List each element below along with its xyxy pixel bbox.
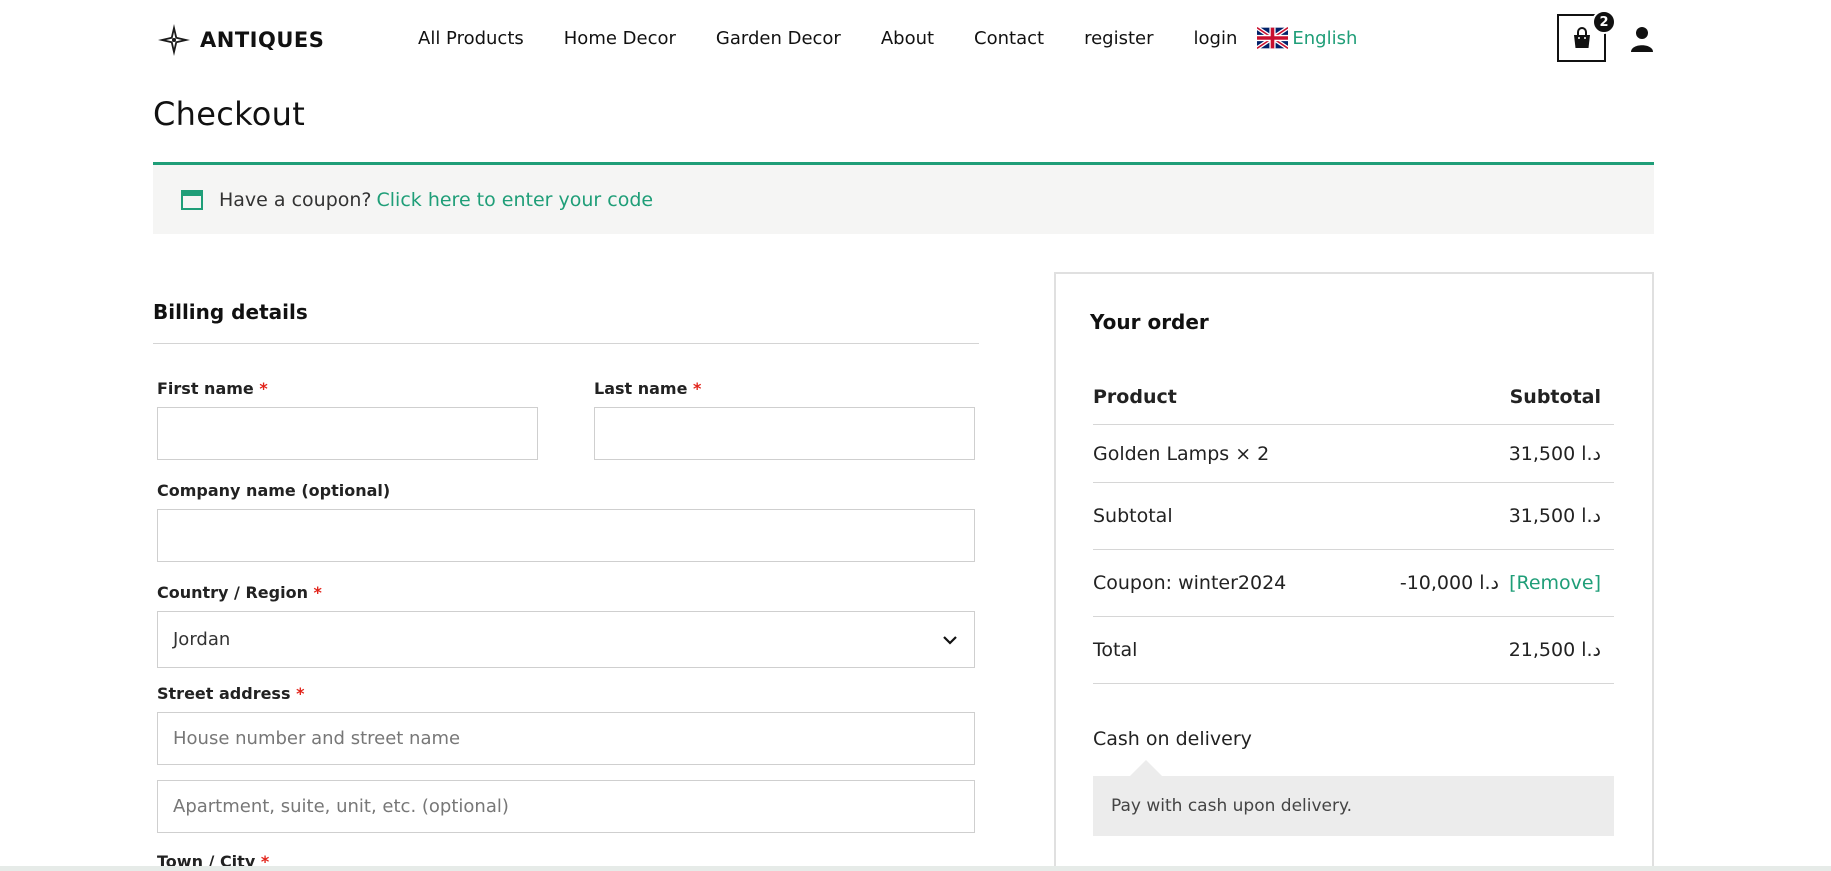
- required-mark: *: [313, 583, 322, 602]
- coupon-row: Coupon: winter2024 -10,000 د.ا [Remove]: [1093, 550, 1614, 617]
- last-name-label: Last name *: [594, 379, 701, 398]
- company-field[interactable]: [157, 509, 975, 562]
- last-name-field[interactable]: [594, 407, 975, 460]
- coupon-value: -10,000 د.ا: [1399, 572, 1500, 594]
- page-title: Checkout: [153, 95, 306, 133]
- language-label: English: [1292, 27, 1358, 49]
- subtotal-row: Subtotal 31,500 د.ا: [1093, 483, 1614, 550]
- nav-about[interactable]: About: [881, 28, 934, 49]
- payment-method-cod[interactable]: Cash on delivery: [1093, 728, 1252, 750]
- nav-home-decor[interactable]: Home Decor: [564, 28, 676, 49]
- apartment-field[interactable]: Apartment, suite, unit, etc. (optional): [157, 780, 975, 833]
- uk-flag-icon: [1257, 27, 1289, 49]
- bottom-strip: [0, 866, 1831, 871]
- remove-coupon-link[interactable]: [Remove]: [1509, 572, 1601, 594]
- billing-title: Billing details: [153, 300, 308, 324]
- street-label-text: Street address: [157, 684, 291, 703]
- site-logo[interactable]: ANTIQUES: [156, 22, 324, 58]
- coupon-notice: Have a coupon? Click here to enter your …: [153, 162, 1654, 234]
- nav-contact[interactable]: Contact: [974, 28, 1044, 49]
- nav-garden-decor[interactable]: Garden Decor: [716, 28, 841, 49]
- cart-button[interactable]: 2: [1557, 10, 1616, 62]
- subtotal-label: Subtotal: [1093, 505, 1173, 527]
- shopping-bag-icon: [1573, 27, 1590, 48]
- compass-star-icon: [158, 24, 190, 56]
- order-table-header: Product Subtotal: [1093, 370, 1614, 425]
- col-subtotal: Subtotal: [1509, 386, 1601, 408]
- nav-register[interactable]: register: [1084, 28, 1153, 49]
- payment-note-arrow: [1130, 760, 1162, 776]
- order-table: Product Subtotal Golden Lamps × 2 31,500…: [1093, 370, 1614, 684]
- total-value: 21,500 د.ا: [1508, 639, 1601, 661]
- billing-divider: [153, 343, 979, 344]
- street-address-placeholder: House number and street name: [173, 728, 461, 749]
- coupon-prompt: Have a coupon?: [219, 188, 372, 211]
- language-switcher[interactable]: English: [1257, 27, 1357, 49]
- coupon-amount: -10,000 د.ا [Remove]: [1400, 572, 1601, 594]
- first-name-field[interactable]: [157, 407, 538, 460]
- chevron-down-icon: [943, 635, 957, 645]
- main-nav: All Products Home Decor Garden Decor Abo…: [418, 27, 1357, 49]
- last-name-label-text: Last name: [594, 379, 688, 398]
- payment-description: Pay with cash upon delivery.: [1093, 776, 1614, 836]
- site-header: ANTIQUES All Products Home Decor Garden …: [0, 0, 1831, 80]
- nav-all-products[interactable]: All Products: [418, 28, 524, 49]
- apartment-placeholder: Apartment, suite, unit, etc. (optional): [173, 796, 509, 817]
- first-name-label: First name *: [157, 379, 268, 398]
- col-product: Product: [1093, 386, 1177, 408]
- first-name-label-text: First name: [157, 379, 254, 398]
- required-mark: *: [259, 379, 268, 398]
- logo-text: ANTIQUES: [200, 28, 325, 52]
- country-label: Country / Region *: [157, 583, 322, 602]
- country-select[interactable]: Jordan: [157, 611, 975, 668]
- order-item-total: 31,500 د.ا: [1508, 442, 1601, 465]
- order-title: Your order: [1090, 310, 1209, 334]
- country-select-value: Jordan: [173, 629, 231, 650]
- company-label: Company name (optional): [157, 481, 390, 500]
- country-label-text: Country / Region: [157, 583, 308, 602]
- company-label-text: Company name (optional): [157, 481, 391, 500]
- total-label: Total: [1093, 639, 1138, 661]
- total-row: Total 21,500 د.ا: [1093, 617, 1614, 684]
- window-icon: [181, 189, 203, 210]
- order-item-name: Golden Lamps × 2: [1093, 442, 1270, 465]
- coupon-label: Coupon: winter2024: [1093, 572, 1287, 594]
- required-mark: *: [693, 379, 702, 398]
- street-address-field[interactable]: House number and street name: [157, 712, 975, 765]
- user-account-icon[interactable]: [1630, 26, 1654, 52]
- street-label: Street address *: [157, 684, 304, 703]
- subtotal-value: 31,500 د.ا: [1508, 505, 1601, 527]
- cart-count-badge: 2: [1592, 10, 1616, 34]
- coupon-link[interactable]: Click here to enter your code: [377, 189, 654, 211]
- nav-login[interactable]: login: [1194, 28, 1238, 49]
- required-mark: *: [296, 684, 305, 703]
- order-item-row: Golden Lamps × 2 31,500 د.ا: [1093, 425, 1614, 483]
